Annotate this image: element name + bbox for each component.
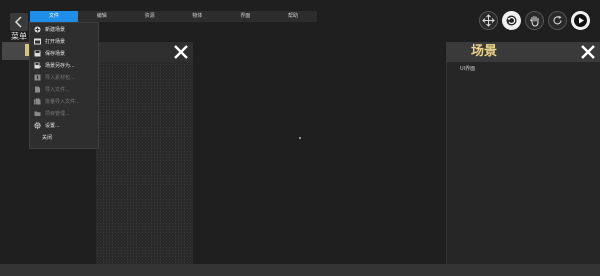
file-menu-open-scene[interactable]: 打开场景	[32, 35, 98, 47]
file-menu-label: 设置...	[45, 122, 60, 129]
save-as-icon	[34, 62, 41, 69]
rotate-tool-button[interactable]	[502, 11, 521, 30]
file-menu-label: 保存场景	[45, 50, 66, 57]
file-menu-import-package[interactable]: 导入素材包...	[32, 71, 98, 83]
file-menu-label: 新建场景	[45, 26, 66, 33]
file-menu-batch-import[interactable]: 批量导入文件...	[32, 95, 98, 107]
file-menu-dropdown: 新建场景 打开场景 保存场景 场景另存为... 导入素材包... 导入文件...	[29, 22, 99, 149]
hand-icon	[529, 15, 539, 27]
scene-panel-close-button[interactable]	[579, 43, 597, 61]
file-menu-label: 关闭	[42, 134, 53, 141]
scene-tree-item[interactable]: UI界面	[460, 65, 475, 72]
chevron-left-icon	[14, 16, 22, 28]
settings-icon	[34, 121, 41, 129]
new-scene-icon	[34, 26, 41, 33]
file-menu-import-file[interactable]: 导入文件...	[32, 83, 98, 95]
left-panel-close-button[interactable]	[172, 43, 190, 61]
menu-label: 菜单	[11, 32, 27, 41]
import-file-icon	[34, 86, 41, 93]
play-button[interactable]	[571, 11, 590, 30]
viewport-center-marker	[299, 137, 301, 139]
file-menu-close[interactable]: 关闭	[32, 131, 98, 143]
menu-object[interactable]: 物体	[173, 11, 221, 22]
menu-interface[interactable]: 界面	[221, 11, 269, 22]
play-icon	[574, 14, 587, 27]
project-icon	[34, 110, 41, 117]
save-scene-icon	[34, 50, 41, 57]
file-menu-label: 打开场景	[45, 38, 66, 45]
file-menu-label: 导入文件...	[45, 86, 70, 93]
move-tool-button[interactable]	[479, 11, 498, 30]
scene-panel	[446, 42, 600, 264]
left-panel	[96, 42, 193, 264]
move-arrows-icon	[482, 14, 495, 27]
file-menu-settings[interactable]: 设置...	[32, 119, 98, 131]
scene-panel-title: 场景	[471, 44, 498, 59]
bottom-status-bar	[0, 264, 600, 276]
file-menu-new-scene[interactable]: 新建场景	[32, 23, 98, 35]
file-menu-label: 批量导入文件...	[45, 98, 80, 105]
menu-assets[interactable]: 资源	[126, 11, 174, 22]
batch-import-icon	[34, 98, 41, 105]
menu-file[interactable]: 文件	[30, 11, 78, 22]
close-icon	[581, 45, 595, 59]
close-icon	[174, 45, 188, 59]
menu-help[interactable]: 帮助	[269, 11, 317, 22]
file-menu-label: 项目管理...	[45, 110, 70, 117]
refresh-icon	[553, 16, 562, 25]
top-menu-bar: 文件 编辑 资源 物体 界面 帮助	[30, 11, 317, 22]
pan-tool-button[interactable]	[525, 11, 544, 30]
file-menu-label: 导入素材包...	[45, 74, 75, 81]
file-menu-project-manage[interactable]: 项目管理...	[32, 107, 98, 119]
import-package-icon	[34, 74, 41, 81]
rotate-icon	[506, 15, 517, 26]
file-menu-label: 场景另存为...	[45, 62, 75, 69]
scene-panel-header	[446, 42, 600, 62]
file-menu-save-scene[interactable]: 保存场景	[32, 47, 98, 59]
menu-edit[interactable]: 编辑	[78, 11, 126, 22]
file-menu-save-as[interactable]: 场景另存为...	[32, 59, 98, 71]
back-button[interactable]	[10, 13, 28, 31]
open-scene-icon	[34, 38, 41, 45]
refresh-button[interactable]	[548, 11, 567, 30]
